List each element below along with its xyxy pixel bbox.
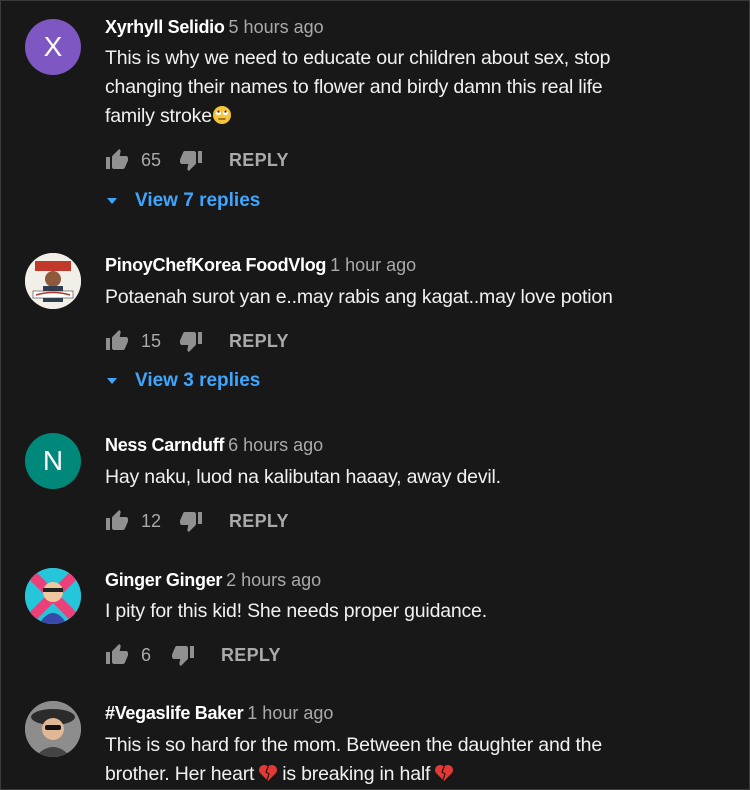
- dislike-icon[interactable]: [179, 329, 203, 353]
- comment-author[interactable]: PinoyChefKorea FoodVlog: [105, 255, 326, 275]
- avatar[interactable]: [25, 253, 81, 309]
- comment-text-line-part: is breaking in half: [282, 763, 431, 785]
- comment-author[interactable]: Xyrhyll Selidio: [105, 17, 225, 37]
- comment-text-line: Hay naku, luod na kalibutan haaay, away …: [105, 466, 501, 488]
- comment-text-line: This is so hard for the mom. Between the…: [105, 734, 602, 756]
- avatar[interactable]: [25, 701, 81, 757]
- like-icon[interactable]: [105, 148, 129, 172]
- channel-photo-icon: [25, 253, 81, 309]
- user-photo-icon: [25, 568, 81, 624]
- dislike-icon[interactable]: [171, 643, 195, 667]
- user-photo-icon: [25, 701, 81, 757]
- broken-heart-icon: [259, 765, 278, 781]
- comment-text-line: This is why we need to educate our child…: [105, 47, 611, 69]
- comment-author[interactable]: Ginger Ginger: [105, 570, 222, 590]
- comment-author[interactable]: #Vegaslife Baker: [105, 703, 244, 723]
- avatar[interactable]: X: [25, 19, 81, 75]
- avatar-letter: N: [42, 445, 64, 476]
- broken-heart-icon: [435, 765, 454, 781]
- comment-time[interactable]: 5 hours ago: [229, 17, 324, 37]
- avatar[interactable]: [25, 568, 81, 624]
- comment-text-line: changing their names to flower and birdy…: [105, 76, 603, 98]
- comment-text-line: family stroke: [105, 102, 725, 131]
- eye-roll-emoji-icon: [212, 106, 231, 124]
- reply-button[interactable]: REPLY: [229, 150, 289, 171]
- reply-button[interactable]: REPLY: [229, 511, 289, 532]
- comment-time[interactable]: 6 hours ago: [228, 435, 323, 455]
- dislike-icon[interactable]: [179, 148, 203, 172]
- comment-text-line: I pity for this kid! She needs proper gu…: [105, 600, 487, 622]
- avatar[interactable]: N: [25, 433, 81, 489]
- comment-text-line-part: brother. Her heart: [105, 763, 255, 785]
- like-count: 65: [141, 149, 162, 170]
- like-count: 12: [141, 510, 162, 531]
- like-icon[interactable]: [105, 329, 129, 353]
- comment-text: Hay naku, luod na kalibutan haaay, away …: [105, 463, 725, 492]
- like-count: 6: [141, 644, 152, 665]
- reply-button[interactable]: REPLY: [221, 645, 281, 666]
- view-replies-label: View 7 replies: [135, 190, 261, 211]
- like-icon[interactable]: [105, 643, 129, 667]
- comments-panel: X Xyrhyll Selidio 5 hours ago This is why…: [0, 0, 750, 790]
- view-replies-button[interactable]: View 3 replies: [105, 369, 260, 393]
- comment-text-line: Potaenah surot yan e..may rabis ang kaga…: [105, 286, 613, 308]
- dislike-icon[interactable]: [179, 509, 203, 533]
- comment-text: This is so hard for the mom. Between the…: [105, 731, 725, 789]
- chevron-down-icon: [107, 378, 117, 384]
- comment-author[interactable]: Ness Carnduff: [105, 435, 224, 455]
- comment-text-line: brother. Her heart is breaking in half: [105, 760, 725, 789]
- like-count: 15: [141, 330, 162, 351]
- comment-text: I pity for this kid! She needs proper gu…: [105, 597, 725, 626]
- comment-time[interactable]: 1 hour ago: [330, 255, 416, 275]
- comment-time[interactable]: 2 hours ago: [226, 570, 321, 590]
- view-replies-button[interactable]: View 7 replies: [105, 189, 260, 213]
- like-icon[interactable]: [105, 509, 129, 533]
- chevron-down-icon: [107, 198, 117, 204]
- view-replies-label: View 3 replies: [135, 370, 261, 391]
- comment-time[interactable]: 1 hour ago: [247, 703, 333, 723]
- comment-text-line-part: family stroke: [105, 105, 212, 127]
- comment-text: Potaenah surot yan e..may rabis ang kaga…: [105, 283, 725, 312]
- avatar-letter: X: [43, 31, 63, 62]
- comment-text: This is why we need to educate our child…: [105, 44, 725, 131]
- reply-button[interactable]: REPLY: [229, 331, 289, 352]
